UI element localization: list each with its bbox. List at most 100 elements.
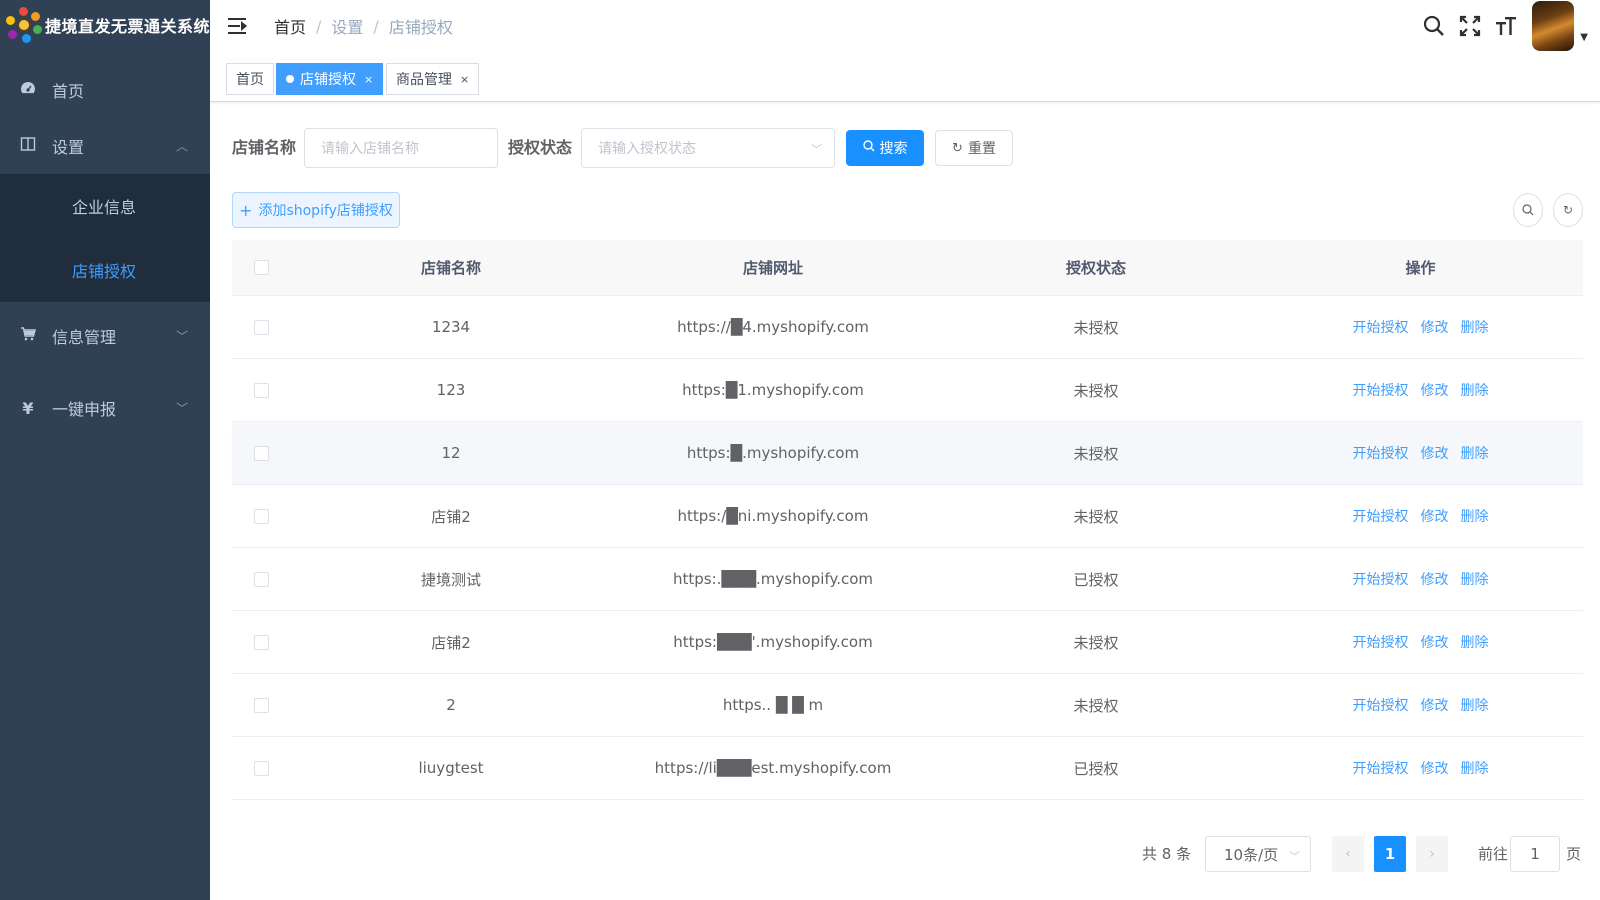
goto-prefix: 前往 [1478,845,1509,863]
search-icon [1522,204,1534,216]
page-size-select[interactable]: 10条/页 ﹀ [1205,836,1311,872]
font-size-icon[interactable] [1488,8,1524,44]
toggle-search-button[interactable] [1513,193,1543,227]
start-authorization-link[interactable]: 开始授权 [1353,758,1409,778]
tag-label: 商品管理 [396,72,452,88]
delete-link[interactable]: 删除 [1461,695,1489,715]
page-number-current[interactable]: 1 [1374,836,1406,872]
table-header: 店铺名称 店铺网址 授权状态 操作 [232,240,1583,296]
start-authorization-link[interactable]: 开始授权 [1353,506,1409,526]
tag-home[interactable]: 首页 [226,63,274,95]
sidebar-item-one-click-declare[interactable]: ¥ 一键申报 ﹀ [0,380,210,436]
start-authorization-link[interactable]: 开始授权 [1353,632,1409,652]
breadcrumb-home[interactable]: 首页 [274,14,306,38]
fullscreen-icon[interactable] [1452,8,1488,44]
start-authorization-link[interactable]: 开始授权 [1353,695,1409,715]
prev-page-button[interactable]: ‹ [1332,836,1364,872]
chevron-left-icon: ‹ [1345,846,1351,862]
table-row: 店铺2 https:/█ni.myshopify.com 未授权 开始授权 修改 删除 [232,485,1583,548]
chevron-up-icon: ︿ [175,139,188,154]
auth-status-cell: 未授权 [1073,696,1119,715]
sidebar-item-company-info[interactable]: 企业信息 [0,174,210,238]
row-actions: 开始授权 修改 删除 [1258,317,1583,337]
sidebar-item-shop-authorization[interactable]: 店铺授权 [0,238,210,302]
tag-product-management[interactable]: 商品管理 × [386,63,480,95]
tags-view: 首页 店铺授权 × 商品管理 × [210,60,1600,102]
close-icon[interactable]: × [460,73,469,86]
active-dot-icon [286,75,294,83]
edit-link[interactable]: 修改 [1421,506,1449,526]
chevron-down-icon: ﹀ [811,143,822,156]
sidebar-item-home[interactable]: 首页 [0,62,210,118]
logo-icon [6,7,42,43]
delete-link[interactable]: 删除 [1461,380,1489,400]
row-checkbox[interactable] [253,697,269,713]
logo[interactable]: 捷境直发无票通关系统 [0,0,210,50]
delete-link[interactable]: 删除 [1461,317,1489,337]
shop-name-input[interactable]: 请输入店铺名称 [304,128,498,168]
add-shopify-authorization-button[interactable]: + 添加shopify店铺授权 [232,192,400,228]
edit-link[interactable]: 修改 [1421,758,1449,778]
tag-label: 首页 [236,72,264,88]
edit-link[interactable]: 修改 [1421,380,1449,400]
delete-link[interactable]: 删除 [1461,506,1489,526]
edit-link[interactable]: 修改 [1421,317,1449,337]
caret-down-icon[interactable]: ▼ [1580,32,1588,43]
row-checkbox[interactable] [253,445,269,461]
search-button[interactable]: 搜索 [846,130,924,166]
breadcrumb-separator: / [316,16,322,36]
breadcrumb-separator: / [373,16,379,36]
edit-link[interactable]: 修改 [1421,443,1449,463]
sidebar-item-info-management[interactable]: 信息管理 ﹀ [0,308,210,364]
navbar: 首页 / 设置 / 店铺授权 ▼ [210,0,1600,52]
edit-link[interactable]: 修改 [1421,632,1449,652]
shop-name-cell: 店铺2 [431,507,471,526]
row-checkbox[interactable] [253,319,269,335]
delete-link[interactable]: 删除 [1461,758,1489,778]
shop-table: 店铺名称 店铺网址 授权状态 操作 1234 https://█4.myshopi… [232,240,1583,800]
row-checkbox[interactable] [253,382,269,398]
status-select[interactable]: 请输入授权状态 ﹀ [581,128,835,168]
start-authorization-link[interactable]: 开始授权 [1353,443,1409,463]
chevron-down-icon: ﹀ [175,329,188,344]
row-actions: 开始授权 修改 删除 [1258,380,1583,400]
cart-icon [18,326,38,346]
next-page-button[interactable]: › [1416,836,1448,872]
shop-url-cell: https:.███.myshopify.com [672,570,874,588]
tag-label: 店铺授权 [300,72,356,88]
delete-link[interactable]: 删除 [1461,569,1489,589]
select-all-checkbox[interactable] [253,260,269,275]
row-checkbox[interactable] [253,571,269,587]
start-authorization-link[interactable]: 开始授权 [1353,317,1409,337]
row-checkbox[interactable] [253,508,269,524]
goto-suffix: 页 [1566,845,1582,863]
goto-page-input[interactable]: 1 [1510,836,1560,872]
edit-link[interactable]: 修改 [1421,695,1449,715]
row-actions: 开始授权 修改 删除 [1258,569,1583,589]
sidebar-item-settings[interactable]: 设置 ︿ [0,118,210,174]
start-authorization-link[interactable]: 开始授权 [1353,380,1409,400]
search-icon [862,140,875,156]
tag-shop-authorization[interactable]: 店铺授权 × [276,63,384,95]
shop-name-cell: liuygtest [418,759,484,777]
shop-name-cell: 123 [436,381,466,399]
delete-link[interactable]: 删除 [1461,632,1489,652]
auth-status-cell: 未授权 [1073,318,1119,337]
edit-link[interactable]: 修改 [1421,569,1449,589]
sidebar-item-label: 企业信息 [72,198,137,217]
app-title: 捷境直发无票通关系统 [44,17,210,36]
table-row: 捷境测试 https:.███.myshopify.com 已授权 开始授权 修改 删除 [232,548,1583,611]
menu-toggle-icon[interactable] [228,18,248,34]
delete-link[interactable]: 删除 [1461,443,1489,463]
refresh-button[interactable]: ↻ [1553,193,1583,227]
row-checkbox[interactable] [253,760,269,776]
start-authorization-link[interactable]: 开始授权 [1353,569,1409,589]
close-icon[interactable]: × [364,73,373,86]
row-actions: 开始授权 修改 删除 [1258,695,1583,715]
pagination-total: 共 8 条 [1142,845,1192,863]
row-checkbox[interactable] [253,634,269,650]
reset-button[interactable]: ↻ 重置 [935,130,1013,166]
avatar[interactable] [1532,1,1575,51]
search-icon[interactable] [1416,8,1452,44]
refresh-icon: ↻ [952,140,963,156]
